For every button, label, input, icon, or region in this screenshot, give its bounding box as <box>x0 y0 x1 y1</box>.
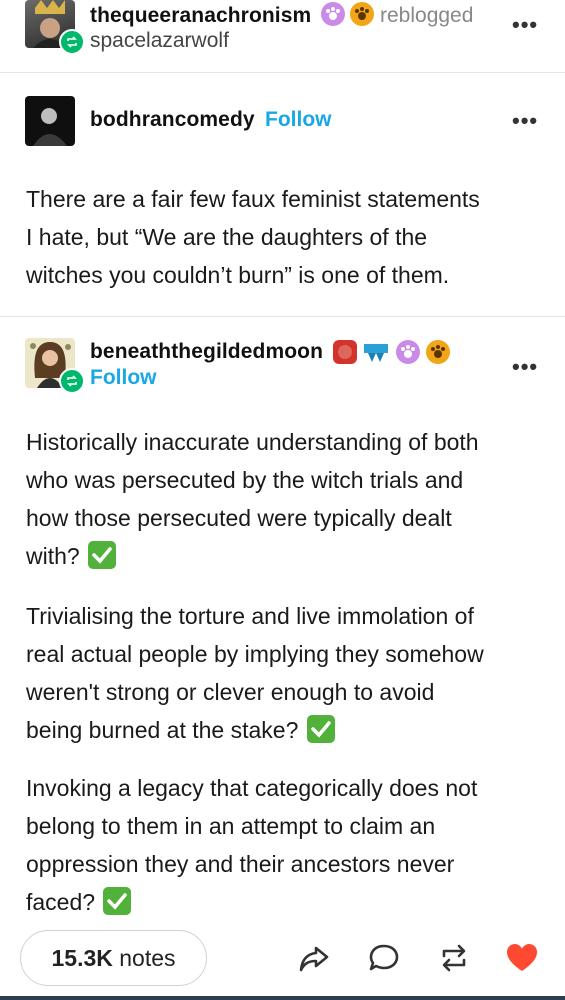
post1-line: witches you couldn’t burn” is one of the… <box>26 262 450 288</box>
post2-paragraph-1: Historically inaccurate understanding of… <box>26 423 546 575</box>
orange-paw-badge-icon[interactable] <box>350 2 374 26</box>
reblog-badge-icon <box>59 29 85 55</box>
post2-paragraph-2: Trivialising the torture and live immola… <box>26 597 546 749</box>
blue-ribbon-badge-icon[interactable] <box>362 338 388 362</box>
avatar-bodhrancomedy[interactable] <box>25 96 75 146</box>
reblogged-label: reblogged <box>380 4 474 27</box>
divider <box>0 316 565 317</box>
post2-line: how those persecuted were typically deal… <box>26 505 452 531</box>
post2-paragraph-3: Invoking a legacy that categorically doe… <box>26 769 546 921</box>
reblog-action-icon[interactable] <box>436 940 472 976</box>
post2-line: being burned at the stake? <box>26 711 546 749</box>
post1-line: There are a fair few faux feminist state… <box>26 186 480 212</box>
reblog-badge-icon <box>59 368 85 394</box>
share-icon[interactable] <box>296 940 332 976</box>
comment-icon[interactable] <box>366 940 402 976</box>
post2-line: Invoking a legacy that categorically doe… <box>26 775 478 801</box>
post2-line: faced? <box>26 883 546 921</box>
post2-more-icon[interactable]: ••• <box>512 354 538 380</box>
post1-line: I hate, but “We are the daughters of the <box>26 224 428 250</box>
red-shield-badge-icon[interactable] <box>333 340 357 364</box>
reblog-user-name[interactable]: thequeeranachronism <box>90 4 311 28</box>
post1-user-name[interactable]: bodhrancomedy <box>90 108 255 132</box>
pink-paw-badge-icon[interactable] <box>321 2 345 26</box>
bottom-bar <box>0 996 565 1000</box>
reblog-source-name[interactable]: spacelazarwolf <box>90 29 229 53</box>
post1-more-icon[interactable]: ••• <box>512 108 538 134</box>
post1-follow-button[interactable]: Follow <box>265 108 332 132</box>
pink-paw-badge-icon[interactable] <box>396 340 420 364</box>
notes-button[interactable]: 15.3K notes <box>20 930 207 986</box>
post2-line-text: being burned at the stake? <box>26 717 299 743</box>
heart-icon[interactable] <box>504 940 540 976</box>
check-icon <box>103 887 132 915</box>
post2-line: real actual people by implying they some… <box>26 641 484 667</box>
more-icon[interactable]: ••• <box>512 12 538 38</box>
notes-label: notes <box>119 944 176 971</box>
post2-line: with? <box>26 537 546 575</box>
post2-follow-button[interactable]: Follow <box>90 366 157 390</box>
post2-user-name[interactable]: beneaththegildedmoon <box>90 340 323 364</box>
orange-paw-badge-icon[interactable] <box>426 340 450 364</box>
post2-line: who was persecuted by the witch trials a… <box>26 467 464 493</box>
post2-line: belong to them in an attempt to claim an <box>26 813 436 839</box>
check-icon <box>88 541 117 569</box>
post1-text: There are a fair few faux feminist state… <box>26 180 546 294</box>
post2-line: weren't strong or clever enough to avoid <box>26 679 435 705</box>
post2-line-text: with? <box>26 543 80 569</box>
post2-line: Historically inaccurate understanding of… <box>26 429 479 455</box>
post2-line-text: faced? <box>26 889 96 915</box>
check-icon <box>306 715 335 743</box>
post2-line: Trivialising the torture and live immola… <box>26 603 474 629</box>
divider <box>0 72 565 73</box>
post2-line: oppression they and their ancestors neve… <box>26 851 455 877</box>
notes-count: 15.3K <box>51 944 113 971</box>
